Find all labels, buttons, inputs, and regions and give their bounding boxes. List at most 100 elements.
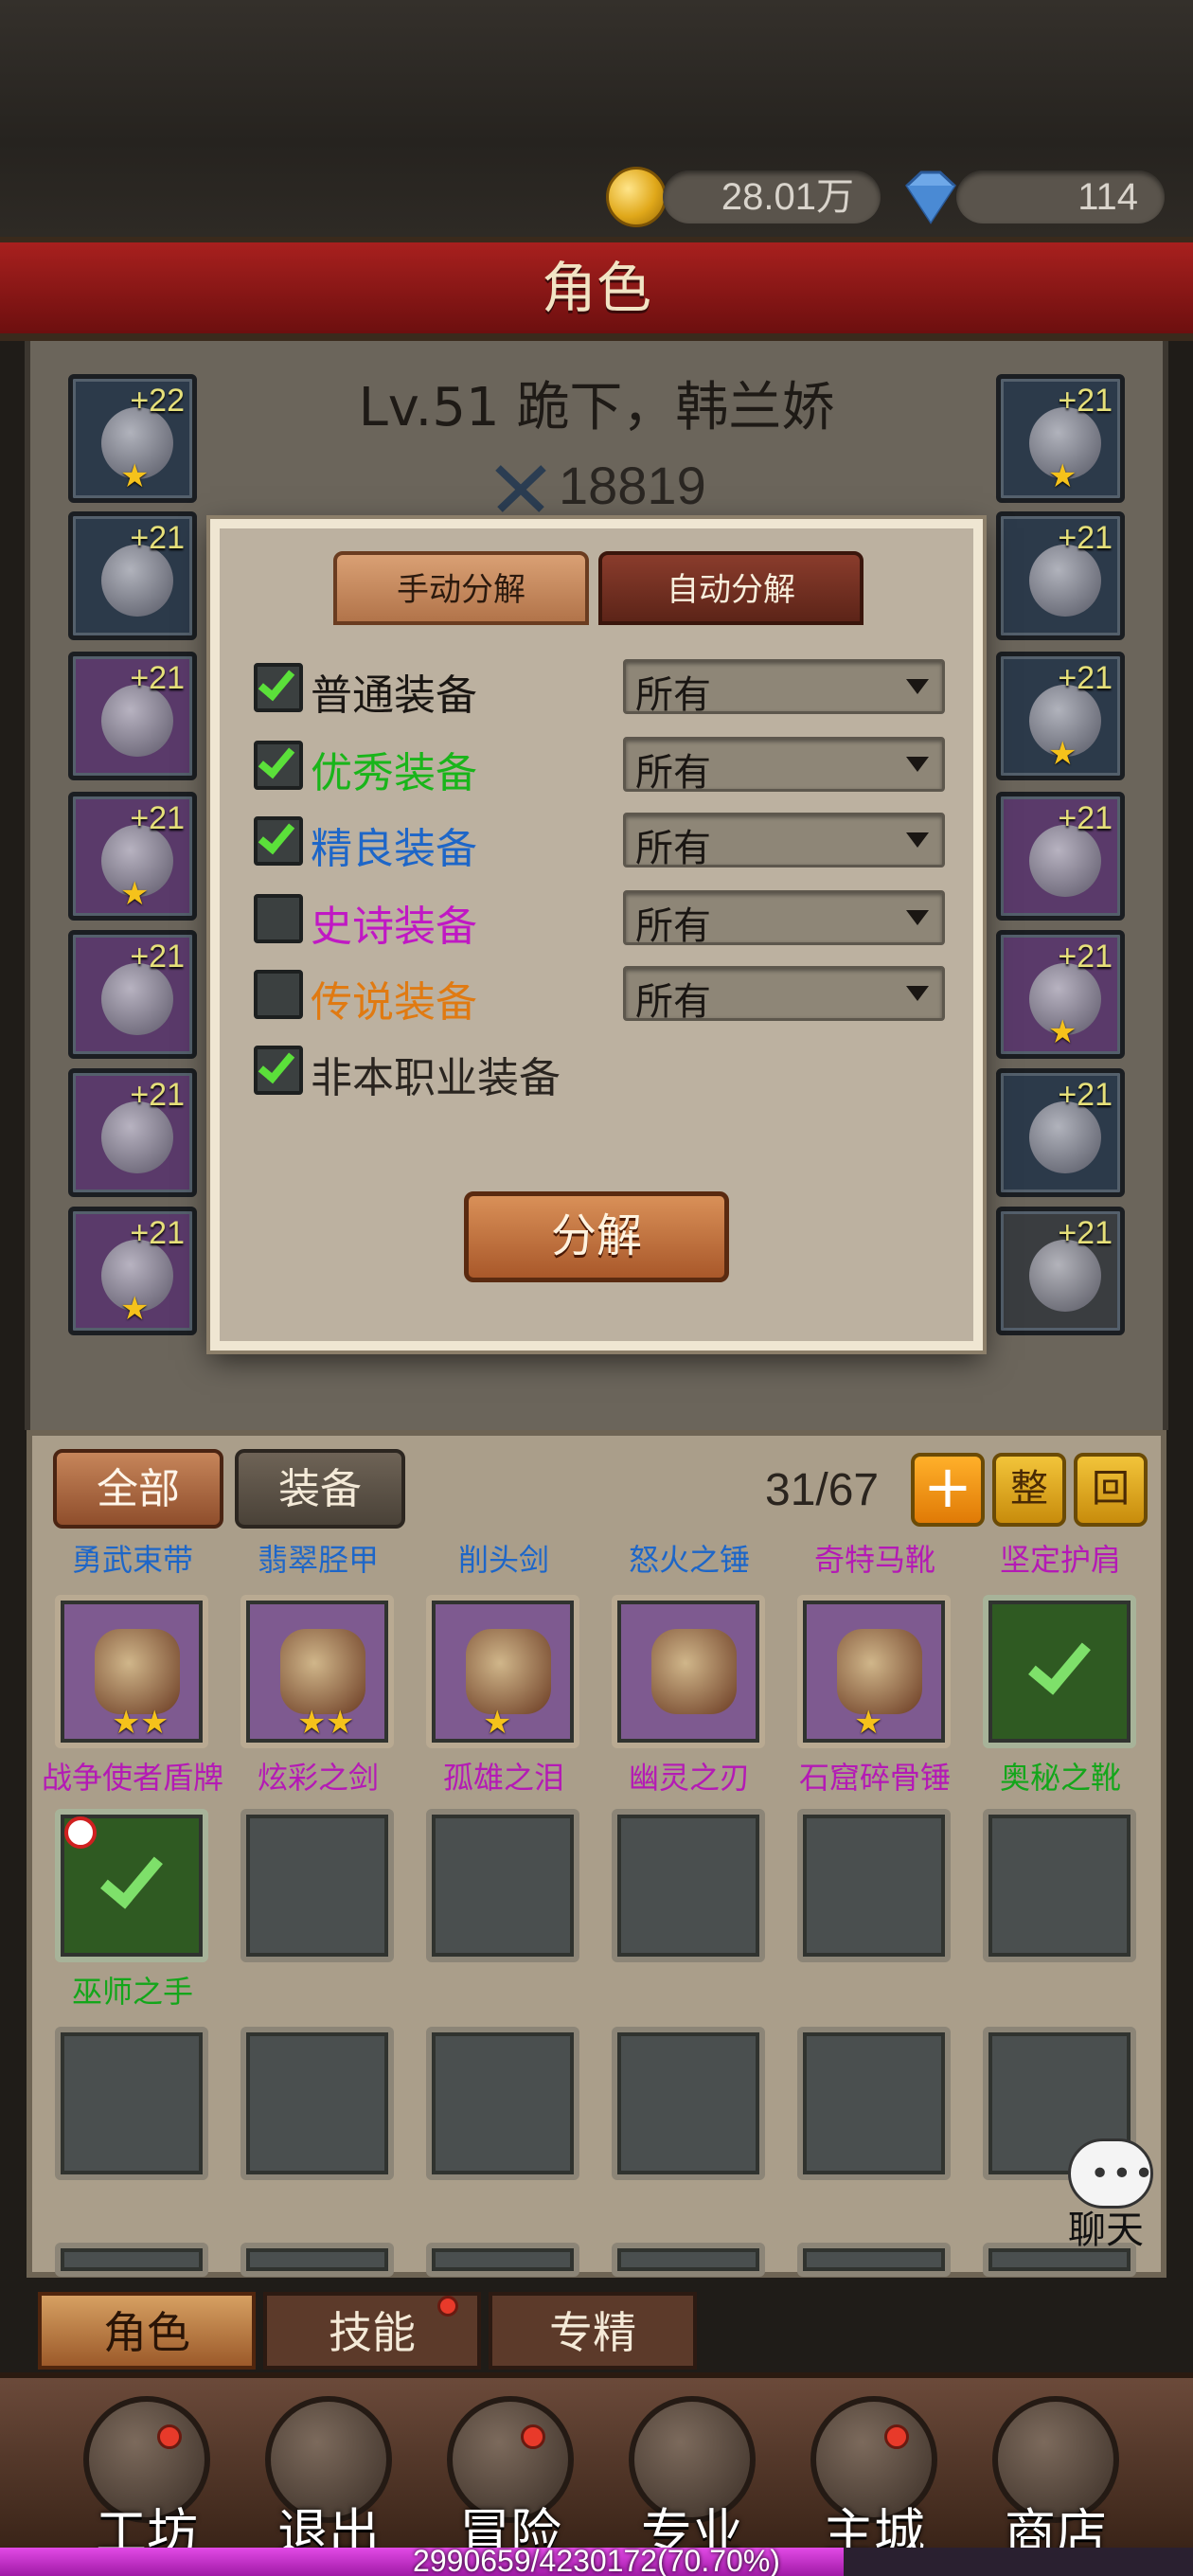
empty-inventory-slot[interactable]	[612, 2027, 765, 2180]
empty-inventory-slot[interactable]	[240, 2027, 394, 2180]
inventory-item-slot[interactable]: ★ ★	[240, 1595, 394, 1748]
dropdown-value: 所有	[635, 673, 711, 717]
empty-inventory-slot[interactable]	[797, 1809, 951, 1962]
enhance-level: +21	[130, 520, 185, 556]
checkbox[interactable]	[254, 740, 303, 790]
combat-power: 18819	[492, 455, 757, 521]
tab-manual-decompose[interactable]: 手动分解	[333, 551, 589, 625]
nav-main-city[interactable]: 主城	[784, 2387, 964, 2563]
decompose-option-row[interactable]: 优秀装备 所有	[254, 735, 954, 797]
right-equipment-slot[interactable]: +21	[996, 511, 1125, 640]
option-label: 精良装备	[311, 825, 477, 873]
experience-text: 2990659/4230172(70.70%)	[413, 2544, 780, 2576]
quality-filter-dropdown[interactable]: 所有	[623, 813, 945, 870]
decompose-button[interactable]: 分解	[464, 1191, 729, 1282]
nav-profession[interactable]: 专业	[602, 2387, 782, 2563]
tab-auto-decompose[interactable]: 自动分解	[598, 551, 864, 625]
quality-filter-dropdown[interactable]: 所有	[623, 890, 945, 948]
empty-inventory-slot[interactable]	[797, 2243, 951, 2277]
empty-inventory-slot[interactable]	[240, 2243, 394, 2277]
empty-inventory-slot[interactable]	[612, 1809, 765, 1962]
nav-workshop[interactable]: 工坊	[57, 2387, 237, 2563]
enhance-level: +21	[130, 1077, 185, 1113]
left-equipment-slot[interactable]: +21	[68, 930, 197, 1059]
star-icon: ★	[483, 1704, 512, 1742]
tab-character[interactable]: 角色	[38, 2292, 256, 2370]
inventory-item-slot[interactable]	[983, 1595, 1136, 1748]
inventory-item-name: 孤雄之泪	[442, 1760, 564, 1796]
enhance-level: +21	[1058, 660, 1113, 696]
empty-inventory-slot[interactable]	[426, 1809, 579, 1962]
enhance-level: +21	[1058, 939, 1113, 975]
option-label: 非本职业装备	[311, 1054, 561, 1102]
inventory-item-slot[interactable]: ★	[426, 1595, 579, 1748]
decompose-option-row[interactable]: 传说装备 所有	[254, 964, 954, 1027]
skills-badge	[437, 2296, 458, 2317]
star-icon: ★	[326, 1704, 355, 1742]
notification-badge	[521, 2424, 545, 2449]
checkbox[interactable]	[254, 662, 303, 712]
right-equipment-slot[interactable]: +21	[996, 1207, 1125, 1335]
filter-all-button[interactable]: 全部	[53, 1449, 223, 1529]
empty-inventory-slot[interactable]	[983, 1809, 1136, 1962]
nav-exit[interactable]: 退出	[239, 2387, 418, 2563]
left-equipment-slot[interactable]: +21 ★	[68, 792, 197, 921]
inventory-item-slot[interactable]	[612, 1595, 765, 1748]
left-equipment-slot[interactable]: +21	[68, 1068, 197, 1197]
empty-inventory-slot[interactable]	[55, 2243, 208, 2277]
enhance-level: +21	[1058, 1077, 1113, 1113]
enhance-level: +21	[130, 660, 185, 696]
notification-badge	[884, 2424, 909, 2449]
left-equipment-slot[interactable]: +21 ★	[68, 1207, 197, 1335]
left-equipment-slot[interactable]: +21	[68, 652, 197, 780]
inventory-item-name: 削头剑	[457, 1542, 549, 1578]
right-equipment-slot[interactable]: +21 ★	[996, 652, 1125, 780]
right-equipment-slot[interactable]: +21	[996, 1068, 1125, 1197]
inventory-item-name: 勇武束带	[71, 1542, 193, 1578]
star-icon: ★	[120, 875, 150, 913]
star-icon: ★	[112, 1704, 141, 1742]
option-non-class-equipment[interactable]: 非本职业装备	[254, 1040, 954, 1102]
inventory-item-name: 幽灵之刃	[628, 1760, 750, 1796]
star-icon: ★	[120, 457, 150, 495]
prohibited-icon	[64, 1816, 97, 1849]
inventory-item-slot[interactable]: ★	[797, 1595, 951, 1748]
gold-amount: 28.01万	[663, 170, 881, 224]
decompose-option-row[interactable]: 史诗装备 所有	[254, 888, 954, 951]
right-equipment-slot[interactable]: +21 ★	[996, 930, 1125, 1059]
empty-inventory-slot[interactable]	[55, 2027, 208, 2180]
empty-inventory-slot[interactable]	[426, 2027, 579, 2180]
left-equipment-slot[interactable]: +22 ★	[68, 374, 197, 503]
decompose-option-row[interactable]: 精良装备 所有	[254, 811, 954, 873]
empty-inventory-slot[interactable]	[612, 2243, 765, 2277]
check-mark-icon	[258, 740, 295, 779]
empty-inventory-slot[interactable]	[797, 2027, 951, 2180]
quality-filter-dropdown[interactable]: 所有	[623, 966, 945, 1024]
quality-filter-dropdown[interactable]: 所有	[623, 659, 945, 717]
chat-label[interactable]: 聊天	[1068, 2199, 1144, 2254]
quality-filter-dropdown[interactable]: 所有	[623, 737, 945, 795]
left-equipment-slot[interactable]: +21	[68, 511, 197, 640]
chat-bubble-icon[interactable]: •••	[1068, 2138, 1154, 2209]
check-mark-icon	[258, 815, 295, 855]
right-equipment-slot[interactable]: +21	[996, 792, 1125, 921]
chevron-down-icon	[906, 679, 929, 694]
nav-shop[interactable]: 商店	[966, 2387, 1146, 2563]
right-equipment-slot[interactable]: +21 ★	[996, 374, 1125, 503]
sort-button[interactable]: 整	[992, 1453, 1066, 1527]
checkbox[interactable]	[254, 894, 303, 943]
nav-adventure[interactable]: 冒险	[420, 2387, 600, 2563]
filter-equipment-button[interactable]: 装备	[235, 1449, 405, 1529]
tab-specialization[interactable]: 专精	[489, 2292, 697, 2370]
decompose-option-row[interactable]: 普通装备 所有	[254, 657, 954, 720]
panel-title: 角色	[541, 256, 651, 320]
inventory-item-name: 奥秘之靴	[999, 1760, 1121, 1796]
empty-inventory-slot[interactable]	[426, 2243, 579, 2277]
expand-inventory-button[interactable]: +	[911, 1453, 985, 1527]
recycle-button[interactable]: 回	[1074, 1453, 1148, 1527]
checkbox[interactable]	[254, 815, 303, 866]
empty-inventory-slot[interactable]	[240, 1809, 394, 1962]
inventory-item-slot[interactable]: ★ ★	[55, 1595, 208, 1748]
checkbox[interactable]	[254, 970, 303, 1019]
checkbox[interactable]	[254, 1045, 303, 1095]
